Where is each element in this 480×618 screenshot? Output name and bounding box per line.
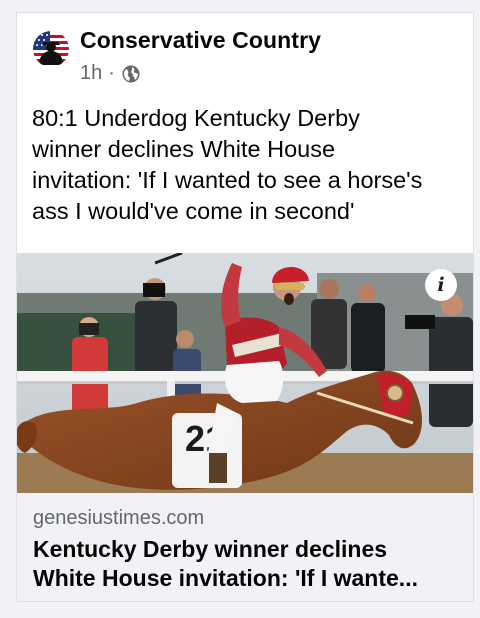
meta-separator: · <box>108 62 115 84</box>
feed-top-divider <box>0 0 480 12</box>
page-avatar[interactable] <box>33 31 69 67</box>
link-title: Kentucky Derby winner declines White Hou… <box>33 535 463 593</box>
post-timestamp[interactable]: 1h <box>80 62 102 85</box>
post-message: 80:1 Underdog Kentucky Derby winner decl… <box>32 103 472 227</box>
flag-avatar-icon <box>33 31 69 67</box>
post-text-line: winner declines White House <box>32 136 336 162</box>
link-preview-footer[interactable]: genesiustimes.com Kentucky Derby winner … <box>17 493 473 601</box>
page-name-link[interactable]: Conservative Country <box>80 27 321 54</box>
feed-post-card: Conservative Country 1h · 80:1 Underdog … <box>16 12 474 602</box>
post-text-line: ass I would've come in second' <box>32 198 355 224</box>
info-icon[interactable]: i <box>425 269 457 301</box>
link-title-line: White House invitation: 'If I wante... <box>33 565 418 591</box>
post-meta: 1h · <box>80 62 141 85</box>
globe-icon[interactable] <box>121 64 141 84</box>
derby-winner-photo: 21 <box>17 253 473 493</box>
link-preview-image[interactable]: 21 i <box>17 253 473 493</box>
link-title-line: Kentucky Derby winner declines <box>33 536 388 562</box>
post-text-line: 80:1 Underdog Kentucky Derby <box>32 105 360 131</box>
post-text-line: invitation: 'If I wanted to see a horse'… <box>32 167 423 193</box>
link-domain: genesiustimes.com <box>33 507 205 529</box>
